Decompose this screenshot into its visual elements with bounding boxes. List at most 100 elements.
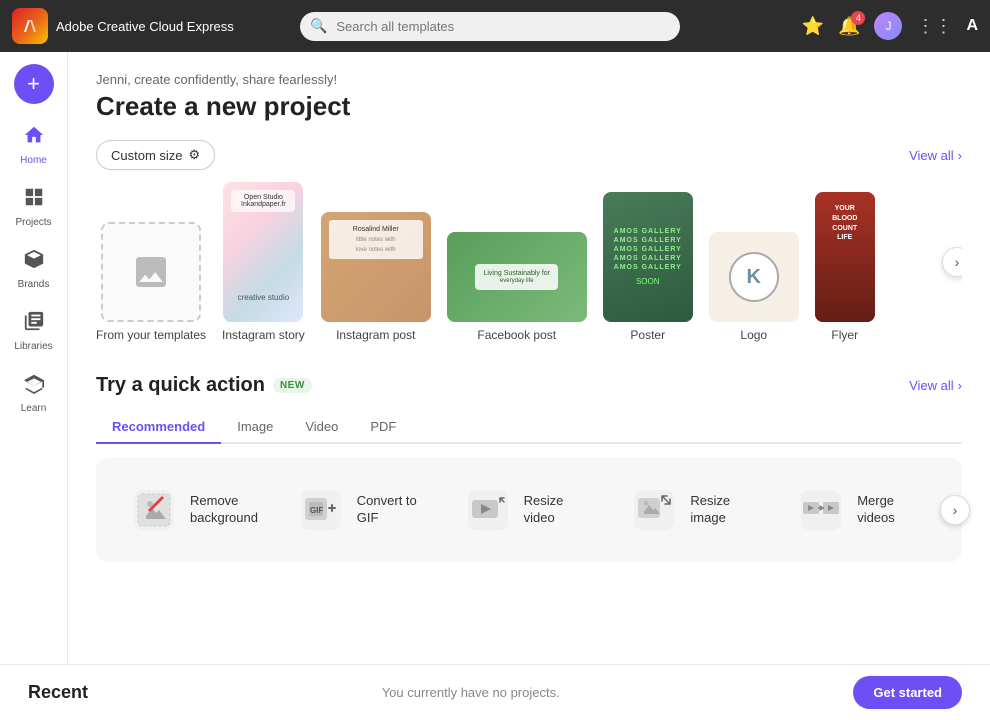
sidebar-home-label: Home xyxy=(20,155,47,166)
poster-text-5: AMOS GALLERY xyxy=(614,264,682,271)
template-thumb-logo: K xyxy=(709,232,799,322)
qa-card-remove-bg[interactable]: Remove background xyxy=(112,474,279,546)
sidebar-learn-label: Learn xyxy=(21,403,47,414)
poster-text-4: AMOS GALLERY xyxy=(614,255,682,262)
quick-action-header: Try a quick action NEW View all › xyxy=(96,374,962,397)
template-card-from-yours[interactable]: From your templates xyxy=(96,222,206,342)
view-all-templates-link[interactable]: View all › xyxy=(909,148,962,163)
template-label-poster: Poster xyxy=(630,328,665,342)
qa-label-resize-image: Resize image xyxy=(690,493,761,527)
main-layout: + Home Projects Brands Libraries xyxy=(0,52,990,664)
brands-icon xyxy=(23,248,45,276)
welcome-text: Jenni, create confidently, share fearles… xyxy=(96,72,962,87)
add-button[interactable]: + xyxy=(14,64,54,104)
new-badge: NEW xyxy=(273,378,312,393)
view-all-quick-actions-link[interactable]: View all › xyxy=(909,378,962,393)
svg-text:GIF: GIF xyxy=(310,506,323,515)
logo-letter: K xyxy=(729,252,779,302)
notification-badge: 4 xyxy=(851,11,865,25)
sidebar-libraries-label: Libraries xyxy=(14,341,52,352)
qa-label-resize-video: Resize video xyxy=(524,493,595,527)
content-area: Jenni, create confidently, share fearles… xyxy=(68,52,990,664)
merge-videos-icon xyxy=(797,486,845,534)
template-label-from-yours: From your templates xyxy=(96,328,206,342)
chevron-right-icon-qa: › xyxy=(958,378,962,393)
resize-image-icon xyxy=(630,486,678,534)
convert-gif-icon: GIF xyxy=(297,486,345,534)
project-types-header: Custom size ⚙ View all › xyxy=(96,140,962,170)
sidebar-projects-label: Projects xyxy=(15,217,51,228)
recent-title: Recent xyxy=(28,682,88,703)
template-card-logo[interactable]: K Logo xyxy=(709,232,799,342)
custom-size-label: Custom size xyxy=(111,148,183,163)
search-input[interactable] xyxy=(300,12,680,41)
home-icon xyxy=(23,124,45,152)
avatar[interactable]: J xyxy=(874,12,902,40)
get-started-button[interactable]: Get started xyxy=(853,676,962,709)
quick-action-cards: Remove background GIF xyxy=(96,458,962,562)
recent-bar: Recent You currently have no projects. G… xyxy=(0,664,990,720)
sidebar-item-projects[interactable]: Projects xyxy=(5,178,63,236)
custom-size-button[interactable]: Custom size ⚙ xyxy=(96,140,215,170)
quick-action-title: Try a quick action NEW xyxy=(96,374,312,397)
search-icon: 🔍 xyxy=(310,18,327,35)
qa-label-merge-videos: Merge videos xyxy=(857,493,928,527)
poster-text-2: AMOS GALLERY xyxy=(614,237,682,244)
template-thumb-facebook-post: Living Sustainably foreveryday life xyxy=(447,232,587,322)
quick-action-tabs: Recommended Image Video PDF xyxy=(96,411,962,444)
projects-icon xyxy=(23,186,45,214)
qa-card-resize-video[interactable]: Resize video xyxy=(446,474,613,546)
qa-card-convert-gif[interactable]: GIF Convert to GIF xyxy=(279,474,446,546)
template-thumb-flyer: YOURBLOODCOUNTLIFE xyxy=(815,192,875,322)
qa-card-resize-image[interactable]: Resize image xyxy=(612,474,779,546)
sidebar-item-home[interactable]: Home xyxy=(5,116,63,174)
template-card-flyer[interactable]: YOURBLOODCOUNTLIFE Flyer xyxy=(815,192,875,342)
header: Adobe Creative Cloud Express 🔍 ⭐ 🔔 4 J ⋮… xyxy=(0,0,990,52)
qa-label-remove-bg: Remove background xyxy=(190,493,261,527)
header-logo: Adobe Creative Cloud Express xyxy=(12,8,234,44)
sidebar-brands-label: Brands xyxy=(18,279,50,290)
sidebar-item-brands[interactable]: Brands xyxy=(5,240,63,298)
libraries-icon xyxy=(23,310,45,338)
qa-card-merge-videos[interactable]: Merge videos xyxy=(779,474,946,546)
sidebar-item-learn[interactable]: Learn xyxy=(5,364,63,422)
poster-text-3: AMOS GALLERY xyxy=(614,246,682,253)
star-icon[interactable]: ⭐ xyxy=(802,16,824,37)
notification-icon[interactable]: 🔔 4 xyxy=(838,16,860,37)
template-label-facebook-post: Facebook post xyxy=(477,328,556,342)
quick-action-cards-wrap: Remove background GIF xyxy=(96,458,962,562)
tab-recommended[interactable]: Recommended xyxy=(96,411,221,444)
templates-scroll: From your templates Open StudioInkandpap… xyxy=(96,182,962,342)
template-card-instagram-story[interactable]: Open StudioInkandpaper.fr creative studi… xyxy=(222,182,305,342)
remove-bg-icon xyxy=(130,486,178,534)
tab-video[interactable]: Video xyxy=(289,411,354,444)
template-label-instagram-story: Instagram story xyxy=(222,328,305,342)
template-card-instagram-post[interactable]: Rosalind Millerlittle notes withlove not… xyxy=(321,212,431,342)
qa-label-convert-gif: Convert to GIF xyxy=(357,493,428,527)
apps-icon[interactable]: ⋮⋮ xyxy=(916,16,952,37)
templates-scroll-next-button[interactable]: › xyxy=(942,247,962,277)
template-card-facebook-post[interactable]: Living Sustainably foreveryday life Face… xyxy=(447,232,587,342)
template-thumb-instagram-story: Open StudioInkandpaper.fr creative studi… xyxy=(223,182,303,322)
template-card-poster[interactable]: AMOS GALLERY AMOS GALLERY AMOS GALLERY A… xyxy=(603,192,693,342)
template-label-logo: Logo xyxy=(740,328,767,342)
tab-image[interactable]: Image xyxy=(221,411,289,444)
poster-soon-text: SOON xyxy=(636,277,660,286)
learn-icon xyxy=(23,372,45,400)
resize-video-icon xyxy=(464,486,512,534)
chevron-right-icon: › xyxy=(958,148,962,163)
settings-icon: ⚙ xyxy=(189,147,201,163)
template-label-instagram-post: Instagram post xyxy=(336,328,415,342)
app-name: Adobe Creative Cloud Express xyxy=(56,19,234,34)
page-title: Create a new project xyxy=(96,91,962,122)
sidebar-item-libraries[interactable]: Libraries xyxy=(5,302,63,360)
search-bar: 🔍 xyxy=(300,12,680,41)
qa-scroll-next-button[interactable]: › xyxy=(940,495,970,525)
adobe-icon[interactable]: A xyxy=(966,17,978,35)
poster-text-1: AMOS GALLERY xyxy=(614,228,682,235)
recent-empty-text: You currently have no projects. xyxy=(382,685,560,700)
quick-actions-section: Try a quick action NEW View all › Recomm… xyxy=(96,374,962,562)
template-thumb-from-yours xyxy=(101,222,201,322)
tab-pdf[interactable]: PDF xyxy=(354,411,412,444)
template-thumb-poster: AMOS GALLERY AMOS GALLERY AMOS GALLERY A… xyxy=(603,192,693,322)
